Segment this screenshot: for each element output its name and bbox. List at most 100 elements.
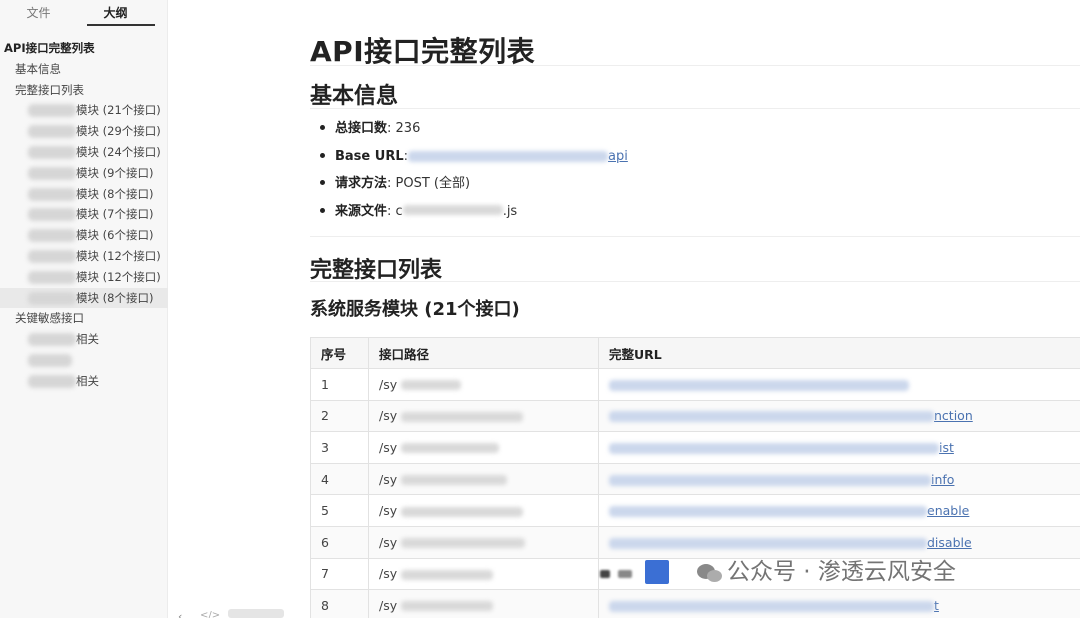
table-row: 2 /sy nction — [310, 399, 1080, 433]
table-row: 1 /sy — [310, 368, 1080, 401]
source-code-icon[interactable]: </> — [200, 610, 220, 618]
divider — [310, 65, 1080, 66]
outline-label: 模块 (24个接口) — [76, 144, 161, 159]
cell-path: /sy — [368, 557, 599, 591]
table-row: 7 /sy — [310, 557, 1080, 591]
url-link[interactable]: enable — [927, 503, 969, 518]
path-text: /sy — [379, 408, 398, 424]
outline-label: 模块 (21个接口) — [76, 103, 161, 118]
info-value-tail: .js — [502, 203, 518, 219]
info-item-total: 总接口数 : 236 — [320, 119, 628, 147]
table-row: 3 /sy ist — [310, 431, 1080, 464]
info-item-source-file: 来源文件 : c .js — [320, 202, 628, 230]
outline-item-full-list[interactable]: 完整接口列表 — [0, 80, 168, 101]
outline-item-module[interactable]: 模块 (29个接口) — [0, 121, 168, 142]
back-icon[interactable]: ‹ — [178, 610, 182, 618]
base-url-link[interactable]: api — [408, 147, 628, 167]
cell-path: /sy — [368, 399, 599, 433]
outline-item-module-active[interactable]: 模块 (8个接口) — [0, 287, 168, 309]
cell-url[interactable]: info — [598, 462, 1080, 496]
outline-item-sensitive-sub[interactable] — [0, 350, 168, 371]
outline-item-module[interactable]: 模块 (9个接口) — [0, 163, 168, 184]
outline-item-module[interactable]: 模块 (8个接口) — [0, 184, 168, 205]
url-link[interactable]: ist — [939, 440, 954, 455]
outline-label: 相关 — [76, 332, 99, 347]
outline-item-basic-info[interactable]: 基本信息 — [0, 59, 168, 80]
cell-url[interactable]: nction — [598, 399, 1080, 433]
outline-item-title[interactable]: API接口完整列表 — [0, 38, 168, 59]
cell-url[interactable]: ist — [598, 431, 1080, 464]
link-tail: api — [608, 148, 628, 164]
cell-no: 3 — [310, 431, 369, 464]
cell-url[interactable]: t — [598, 589, 1080, 618]
outline-item-module[interactable]: 模块 (6个接口) — [0, 225, 168, 246]
column-header-path: 接口路径 — [368, 337, 599, 369]
table-row: 6 /sy disable — [310, 525, 1080, 559]
cell-path: /sy — [368, 525, 599, 559]
outline-item-sensitive[interactable]: 关键敏感接口 — [0, 308, 168, 329]
outline-label: 模块 (8个接口) — [76, 186, 154, 201]
info-value: : POST (全部) — [387, 176, 471, 192]
info-value: : c — [387, 203, 403, 219]
outline-item-sensitive-sub[interactable]: 相关 — [0, 329, 168, 350]
outline-label: 模块 (8个接口) — [76, 290, 154, 305]
url-link[interactable]: info — [931, 472, 954, 487]
bullet-icon — [320, 152, 325, 158]
cell-path: /sy — [368, 589, 599, 618]
outline-item-module[interactable]: 模块 (12个接口) — [0, 246, 168, 267]
outline-item-module[interactable]: 模块 (12个接口) — [0, 267, 168, 288]
path-text: /sy — [379, 566, 398, 582]
outline-item-sensitive-sub[interactable]: 相关 — [0, 371, 168, 392]
heading-full-list: 完整接口列表 — [310, 258, 443, 283]
info-key: 总接口数 — [335, 121, 388, 136]
outline-list: API接口完整列表 基本信息 完整接口列表 模块 (21个接口) 模块 (29个… — [0, 38, 168, 392]
info-item-method: 请求方法 : POST (全部) — [320, 174, 628, 202]
path-text: /sy — [379, 597, 398, 613]
page-title: API接口完整列表 — [310, 35, 536, 68]
cell-no: 2 — [310, 399, 369, 433]
cell-path: /sy — [368, 462, 599, 496]
document-content: API接口完整列表 基本信息 总接口数 : 236 Base URL : api… — [310, 0, 1080, 618]
outline-label: 模块 (7个接口) — [76, 207, 154, 222]
floating-toolbar[interactable] — [600, 560, 690, 586]
info-key: 来源文件 — [335, 203, 388, 219]
active-tab-indicator — [87, 24, 155, 26]
table-row: 4 /sy info — [310, 462, 1080, 496]
outline-item-module[interactable]: 模块 (7个接口) — [0, 204, 168, 225]
url-link[interactable]: t — [934, 598, 939, 613]
divider — [310, 281, 1080, 282]
info-value: : 236 — [387, 121, 421, 136]
cell-path: /sy — [368, 431, 599, 464]
app-icon[interactable] — [645, 560, 669, 584]
tab-outline[interactable]: 大纲 — [77, 0, 154, 27]
outline-label: 模块 (12个接口) — [76, 248, 161, 263]
cell-no: 1 — [310, 368, 369, 401]
path-text: /sy — [379, 503, 398, 519]
path-text: /sy — [379, 376, 398, 392]
api-table: 序号 接口路径 完整URL 1 /sy 2 /sy nction 3 /sy i… — [310, 337, 1080, 618]
heading-module: 系统服务模块 (21个接口) — [310, 299, 520, 320]
cell-path: /sy — [368, 368, 599, 401]
url-link[interactable]: disable — [927, 535, 972, 550]
outline-item-module[interactable]: 模块 (24个接口) — [0, 142, 168, 163]
footer-button[interactable] — [228, 609, 284, 618]
cell-no: 6 — [310, 525, 369, 559]
cell-no: 7 — [310, 557, 369, 591]
cell-no: 4 — [310, 462, 369, 496]
tab-files[interactable]: 文件 — [0, 0, 77, 27]
sidebar: 文件 大纲 API接口完整列表 基本信息 完整接口列表 模块 (21个接口) 模… — [0, 0, 284, 618]
outline-item-module[interactable]: 模块 (21个接口) — [0, 100, 168, 121]
heading-basic-info: 基本信息 — [310, 84, 399, 109]
cell-url[interactable]: enable — [598, 494, 1080, 527]
column-header-url: 完整URL — [598, 337, 1080, 369]
url-link[interactable]: nction — [934, 408, 973, 423]
bullet-icon — [320, 125, 325, 130]
path-text: /sy — [379, 439, 398, 455]
path-text: /sy — [379, 471, 398, 487]
cell-path: /sy — [368, 494, 599, 527]
cell-url[interactable] — [598, 368, 1080, 401]
info-key: 请求方法 — [335, 176, 388, 192]
divider — [310, 236, 1080, 237]
outline-label: 模块 (12个接口) — [76, 269, 161, 284]
outline-label: 关键敏感接口 — [15, 311, 84, 326]
